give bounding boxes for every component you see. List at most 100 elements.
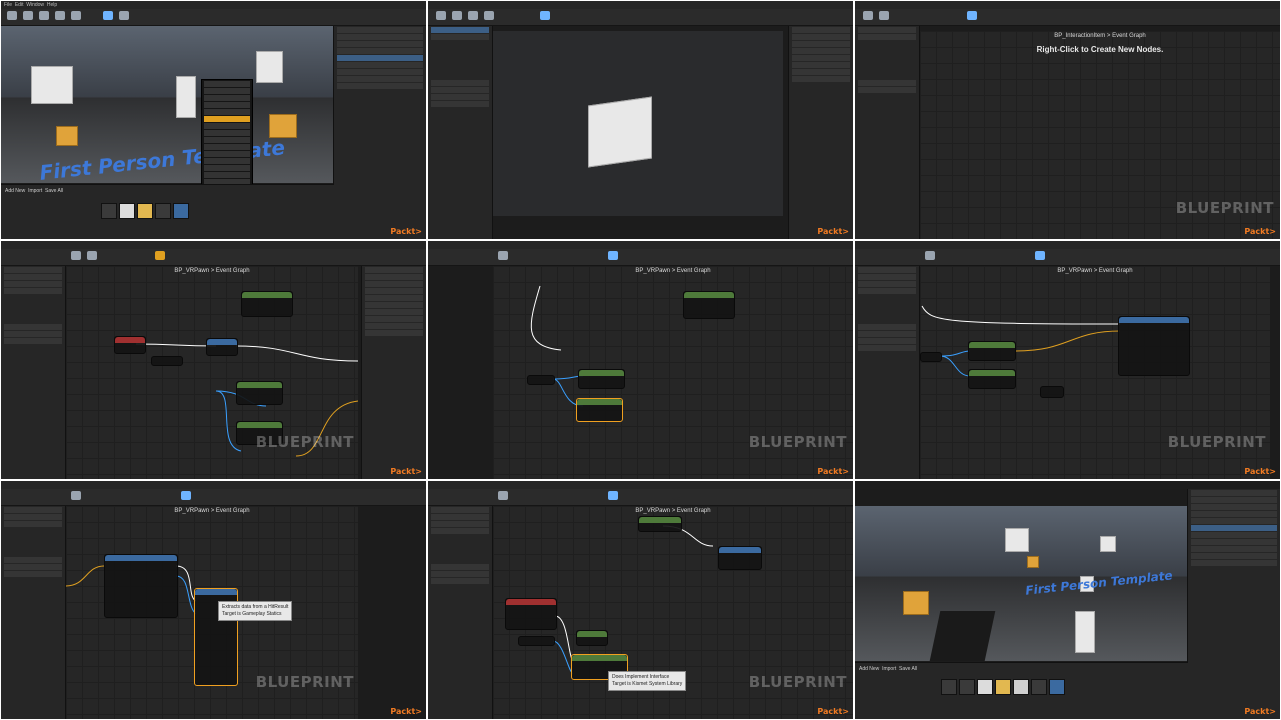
launch-icon[interactable] — [119, 11, 129, 20]
asset-thumbnail[interactable] — [155, 203, 171, 219]
event-graph[interactable]: BP_VRPawn > Event Graph BLUEPRINT — [493, 266, 853, 479]
level-viewport[interactable]: First Person Template — [1, 26, 333, 183]
variable-node[interactable] — [920, 352, 942, 362]
my-blueprint-row[interactable] — [4, 571, 62, 577]
outliner-row[interactable] — [1191, 546, 1277, 552]
compile-icon[interactable] — [436, 11, 446, 20]
my-blueprint-row[interactable] — [431, 87, 489, 93]
red-event-node[interactable] — [505, 598, 557, 630]
menu-item[interactable] — [204, 165, 250, 171]
outliner-row[interactable] — [1191, 518, 1277, 524]
asset-thumbnail[interactable] — [977, 679, 993, 695]
event-graph[interactable]: BP_VRPawn > Event Graph Does Implement I… — [493, 506, 853, 719]
settings-icon[interactable] — [39, 11, 49, 20]
my-blueprint-row[interactable] — [858, 345, 916, 351]
outliner-row[interactable] — [337, 83, 423, 89]
outliner-row[interactable] — [1191, 497, 1277, 503]
save-all-button[interactable]: Save All — [45, 188, 63, 194]
details-row[interactable] — [792, 69, 850, 75]
outliner-row[interactable] — [337, 62, 423, 68]
compile-icon[interactable] — [71, 251, 81, 260]
menu-item[interactable] — [204, 81, 250, 87]
component-row[interactable] — [858, 267, 916, 273]
details-row[interactable] — [365, 316, 423, 322]
outliner-row[interactable] — [337, 69, 423, 75]
menu-item[interactable] — [204, 109, 250, 115]
save-icon[interactable] — [452, 11, 462, 20]
my-blueprint-row[interactable] — [858, 87, 916, 93]
component-row[interactable] — [431, 528, 489, 534]
menu-item[interactable] — [204, 123, 250, 129]
event-graph[interactable]: BP_VRPawn > Event Graph Extracts data fr… — [66, 506, 358, 719]
outliner-row[interactable] — [1191, 539, 1277, 545]
outliner-row[interactable] — [337, 34, 423, 40]
details-row[interactable] — [365, 281, 423, 287]
my-blueprint-row[interactable] — [431, 564, 489, 570]
menu-item[interactable] — [204, 102, 250, 108]
details-row[interactable] — [792, 48, 850, 54]
event-graph[interactable]: BP_VRPawn > Event Graph BLUEPRINT — [920, 266, 1270, 479]
cube-mesh[interactable] — [1005, 528, 1029, 552]
variable-node[interactable] — [518, 636, 555, 646]
asset-thumbnail[interactable] — [995, 679, 1011, 695]
my-blueprint-row[interactable] — [4, 331, 62, 337]
details-row[interactable] — [792, 76, 850, 82]
my-blueprint-row[interactable] — [4, 324, 62, 330]
compile-icon[interactable] — [71, 491, 81, 500]
settings-icon[interactable] — [484, 11, 494, 20]
outliner-row-selected[interactable] — [337, 55, 423, 61]
menu-item[interactable] — [204, 144, 250, 150]
menu-window[interactable]: Window — [26, 2, 44, 8]
my-blueprint-row[interactable] — [431, 94, 489, 100]
outliner-row[interactable] — [1191, 511, 1277, 517]
menu-item[interactable] — [204, 137, 250, 143]
orange-cube-mesh[interactable] — [56, 126, 78, 146]
component-row[interactable] — [4, 267, 62, 273]
my-blueprint-row[interactable] — [431, 80, 489, 86]
details-row[interactable] — [365, 288, 423, 294]
browse-icon[interactable] — [468, 11, 478, 20]
my-blueprint-row[interactable] — [4, 338, 62, 344]
event-graph[interactable]: BP_InteractionItem > Event Graph Right-C… — [920, 31, 1280, 239]
play-icon[interactable] — [967, 11, 977, 20]
variable-node[interactable] — [527, 375, 555, 385]
details-row[interactable] — [365, 302, 423, 308]
orange-cube-mesh[interactable] — [1027, 556, 1039, 568]
play-icon[interactable] — [103, 11, 113, 20]
pillar-mesh[interactable] — [1075, 611, 1095, 653]
cube-mesh[interactable] — [31, 66, 73, 104]
cube-mesh[interactable] — [1100, 536, 1116, 552]
outliner-row[interactable] — [337, 48, 423, 54]
my-blueprint-row[interactable] — [858, 338, 916, 344]
my-blueprint-row[interactable] — [858, 331, 916, 337]
menu-item[interactable] — [204, 88, 250, 94]
details-row[interactable] — [792, 62, 850, 68]
play-icon[interactable] — [540, 11, 550, 20]
details-row[interactable] — [792, 34, 850, 40]
pillar-mesh[interactable] — [176, 76, 196, 118]
menu-item[interactable] — [204, 95, 250, 101]
function-node[interactable] — [578, 369, 625, 389]
branch-node[interactable] — [206, 338, 238, 356]
asset-thumbnail[interactable] — [1031, 679, 1047, 695]
component-row[interactable] — [858, 34, 916, 40]
my-blueprint-row[interactable] — [858, 80, 916, 86]
asset-thumbnail[interactable] — [119, 203, 135, 219]
function-node[interactable] — [968, 369, 1016, 389]
my-blueprint-row[interactable] — [431, 571, 489, 577]
function-node[interactable] — [576, 630, 608, 646]
function-node[interactable] — [718, 546, 762, 570]
component-row[interactable] — [4, 288, 62, 294]
menu-file[interactable]: File — [4, 2, 12, 8]
component-row[interactable] — [431, 34, 489, 40]
compile-icon[interactable] — [498, 251, 508, 260]
compile-icon[interactable] — [925, 251, 935, 260]
component-row[interactable] — [858, 27, 916, 33]
component-row[interactable] — [4, 281, 62, 287]
component-row[interactable] — [858, 274, 916, 280]
line-trace-node[interactable] — [1118, 316, 1190, 376]
component-row[interactable] — [431, 514, 489, 520]
event-graph[interactable]: BP_VRPawn > Event Graph BLUEPRINT — [66, 266, 358, 479]
my-blueprint-row[interactable] — [4, 564, 62, 570]
cube-mesh-far[interactable] — [256, 51, 283, 83]
